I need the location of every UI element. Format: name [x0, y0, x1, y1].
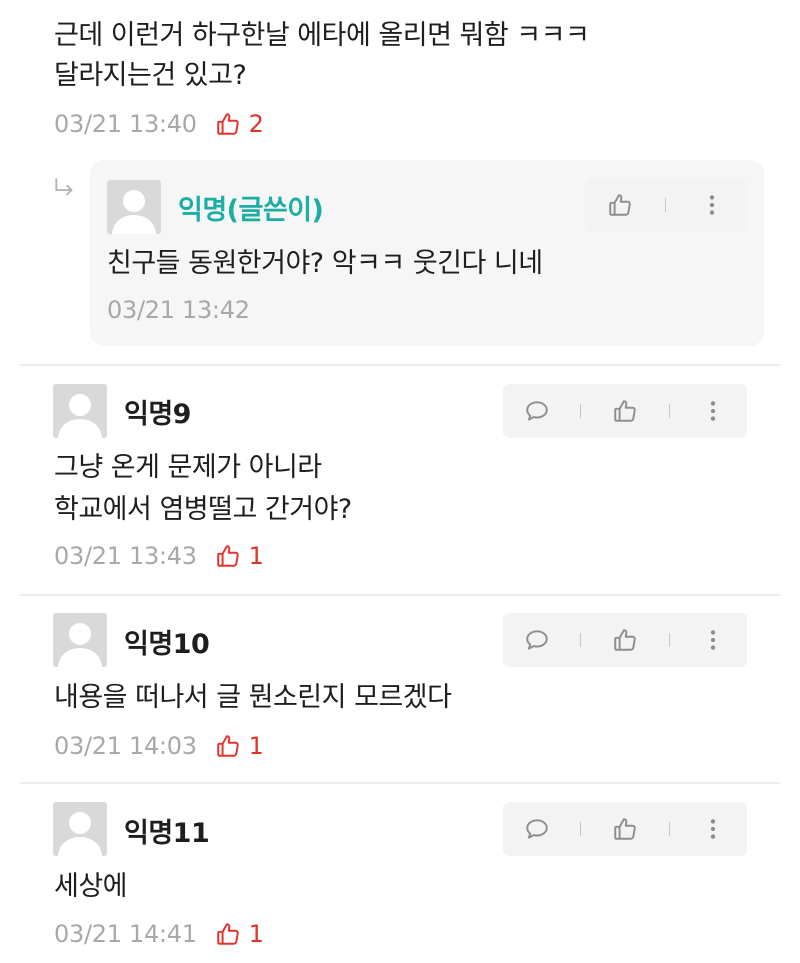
thumbs-up-icon: [612, 398, 638, 424]
like-count-value: 2: [248, 110, 264, 138]
separator: [580, 822, 582, 836]
divider: [20, 782, 780, 784]
divider: [20, 364, 780, 366]
like-count-value: 1: [248, 732, 264, 760]
separator: [668, 404, 670, 418]
more-vertical-icon: [699, 192, 725, 218]
comment-author: 익명11: [124, 818, 210, 849]
reply-actions: [585, 178, 747, 232]
reply-text: 친구들 동원한거야? 악ㅋㅋ 웃긴다 니네: [107, 248, 543, 279]
thumbs-up-icon: [612, 816, 638, 842]
like-count-value: 1: [248, 542, 264, 570]
avatar: [53, 384, 107, 438]
more-button[interactable]: [689, 384, 737, 438]
comment-text-line1: 내용을 떠나서 글 뭔소린지 모르겠다: [54, 682, 452, 713]
more-vertical-icon: [700, 816, 726, 842]
thumbs-up-icon: [215, 111, 241, 137]
default-avatar-icon: [53, 802, 107, 856]
thumbs-up-icon: [215, 921, 241, 947]
comment-time: 03/21 13:43: [54, 542, 197, 570]
like-button[interactable]: [601, 802, 649, 856]
comment-text-line1: 그냥 온게 문제가 아니라: [54, 452, 322, 483]
comment-time: 03/21 14:03: [54, 732, 197, 760]
avatar: [53, 613, 107, 667]
reply-button[interactable]: [513, 802, 561, 856]
comment-time: 03/21 13:40: [54, 110, 197, 138]
avatar: [53, 802, 107, 856]
reply-author: 익명(글쓴이): [178, 195, 324, 226]
like-count: 2: [215, 110, 264, 138]
comment-meta: 03/21 14:03 1: [54, 732, 264, 760]
thumbs-up-icon: [612, 627, 638, 653]
speech-bubble-icon: [524, 627, 550, 653]
comment-text-line1: 근데 이런거 하구한날 에타에 올리면 뭐함 ㅋㅋㅋ: [54, 20, 590, 51]
separator: [668, 633, 670, 647]
speech-bubble-icon: [524, 398, 550, 424]
speech-bubble-icon: [524, 816, 550, 842]
comment-actions: [503, 384, 747, 438]
comment-actions: [503, 802, 747, 856]
divider: [20, 594, 780, 596]
comment-meta: 03/21 13:43 1: [54, 542, 264, 570]
reply-time: 03/21 13:42: [107, 296, 250, 324]
comment-meta: 03/21 14:41 1: [54, 920, 264, 948]
comment-meta: 03/21 13:40 2: [54, 110, 264, 138]
comment-text-line1: 세상에: [54, 871, 128, 902]
avatar: [107, 180, 161, 234]
reply-meta: 03/21 13:42: [107, 296, 250, 324]
separator: [668, 822, 670, 836]
thumbs-up-icon: [215, 733, 241, 759]
like-count: 1: [215, 732, 264, 760]
more-button[interactable]: [688, 178, 736, 232]
comment-time: 03/21 14:41: [54, 920, 197, 948]
reply-button[interactable]: [513, 384, 561, 438]
thumbs-up-icon: [215, 543, 241, 569]
like-count: 1: [215, 920, 264, 948]
separator: [580, 404, 582, 418]
default-avatar-icon: [53, 613, 107, 667]
more-button[interactable]: [689, 802, 737, 856]
separator: [580, 633, 582, 647]
reply-arrow-icon: [55, 178, 73, 196]
comment-actions: [503, 613, 747, 667]
more-vertical-icon: [700, 627, 726, 653]
separator: [665, 198, 667, 212]
thumbs-up-icon: [607, 192, 633, 218]
more-button[interactable]: [689, 613, 737, 667]
default-avatar-icon: [53, 384, 107, 438]
comment-author: 익명9: [124, 399, 191, 430]
like-button[interactable]: [601, 613, 649, 667]
default-avatar-icon: [107, 180, 161, 234]
more-vertical-icon: [700, 398, 726, 424]
comment-author: 익명10: [124, 629, 210, 660]
like-button[interactable]: [596, 178, 644, 232]
comment-text-line2: 학교에서 염병떨고 간거야?: [54, 494, 352, 525]
reply-button[interactable]: [513, 613, 561, 667]
like-count: 1: [215, 542, 264, 570]
like-count-value: 1: [248, 920, 264, 948]
comment-text-line2: 달라지는건 있고?: [54, 60, 247, 91]
like-button[interactable]: [601, 384, 649, 438]
